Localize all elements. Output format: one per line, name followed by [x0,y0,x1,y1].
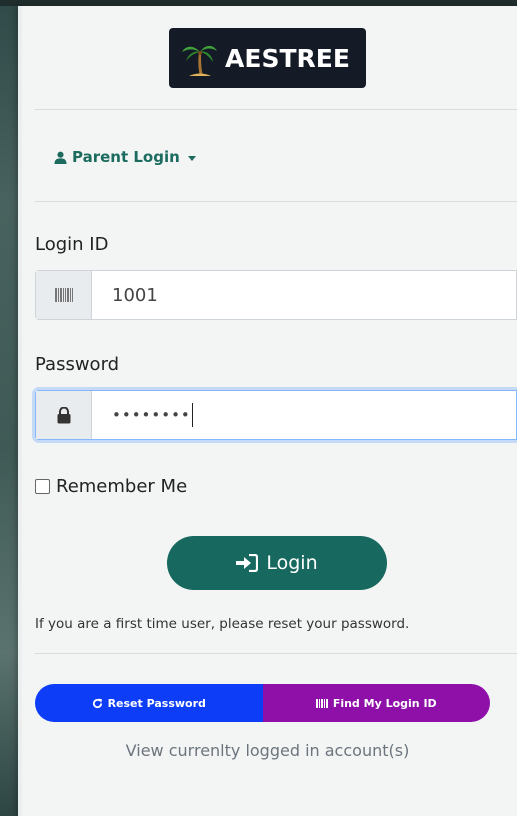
lock-icon-addon [36,391,92,439]
remember-me-label: Remember Me [56,476,188,497]
login-id-group: 1001 [35,270,517,320]
divider-top [35,109,517,110]
divider-middle [35,201,517,202]
account-actions: Reset Password Find My Login ID [35,684,490,722]
logo-container: AESTREE [18,28,517,88]
login-button-label: Login [266,552,318,574]
remember-me[interactable]: Remember Me [35,476,187,497]
barcode-icon [54,288,73,302]
barcode-icon [315,698,328,708]
palm-tree-icon [182,45,218,76]
password-value: •••••••• [112,406,191,424]
reset-password-label: Reset Password [107,696,206,710]
login-id-value: 1001 [112,284,158,306]
logo: AESTREE [169,28,366,88]
user-icon [54,151,67,164]
caret-down-icon [187,155,196,161]
role-selector-label: Parent Login [72,148,180,166]
view-logged-in-accounts-link[interactable]: View currenlty logged in account(s) [18,741,517,760]
login-id-input[interactable]: 1001 [92,271,516,319]
password-group: •••••••• [35,390,517,440]
reset-password-button[interactable]: Reset Password [35,684,263,722]
logo-text: AESTREE [225,43,350,73]
first-time-hint: If you are a first time user, please res… [35,616,410,632]
text-cursor [191,403,193,427]
lock-icon [57,406,70,423]
login-button[interactable]: Login [167,536,387,590]
login-panel: AESTREE Parent Login Login ID 1001 Passw… [18,6,517,816]
find-login-id-label: Find My Login ID [332,696,437,710]
sign-in-icon [236,554,259,572]
divider-bottom [35,653,517,654]
password-input[interactable]: •••••••• [92,391,516,439]
barcode-icon-addon [36,271,92,319]
refresh-icon [92,697,102,708]
role-selector-dropdown[interactable]: Parent Login [54,148,196,166]
login-id-label: Login ID [35,234,109,255]
password-label: Password [35,354,120,375]
remember-me-checkbox[interactable] [35,479,50,494]
find-login-id-button[interactable]: Find My Login ID [262,684,490,722]
